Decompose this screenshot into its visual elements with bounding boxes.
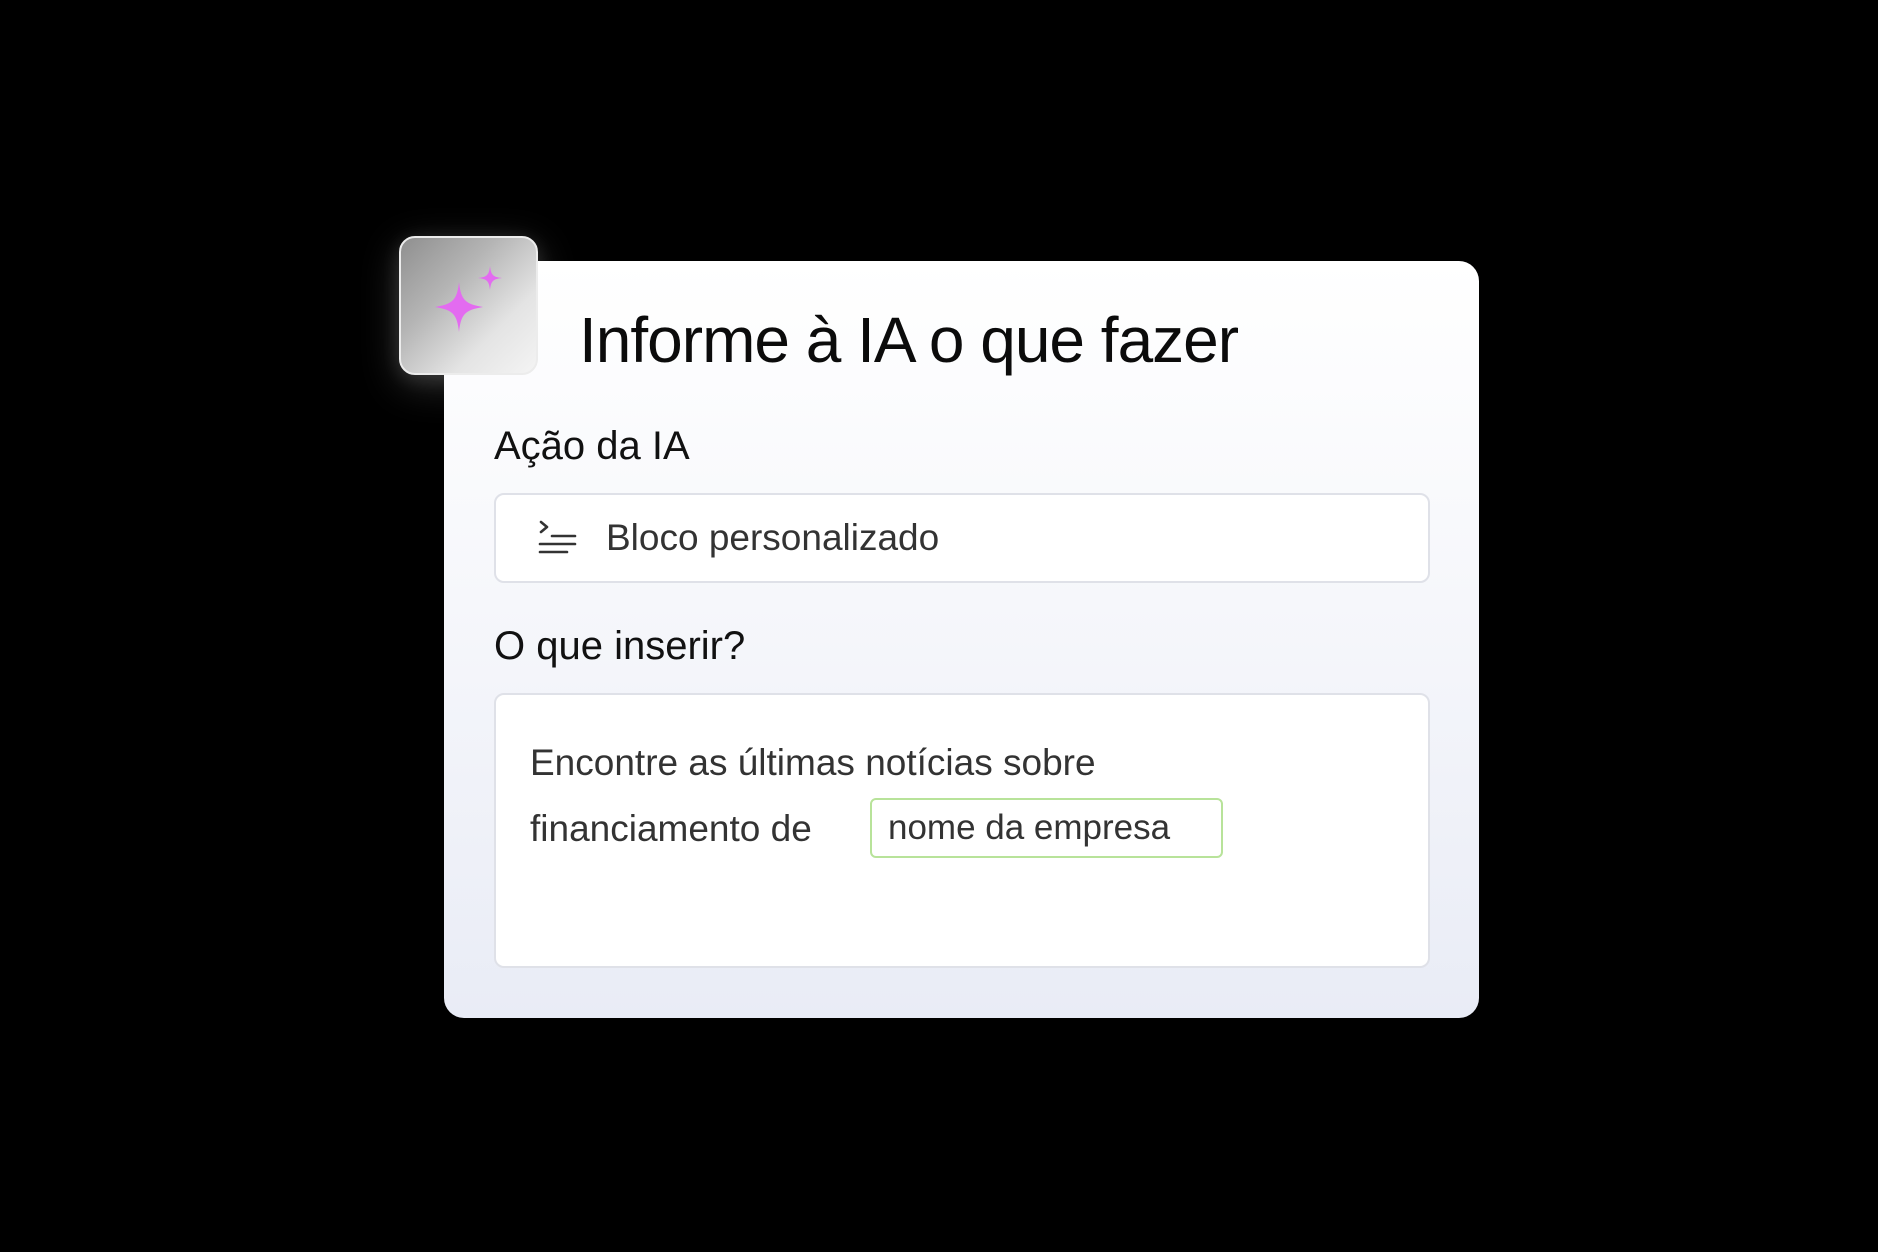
ai-badge [399, 236, 538, 375]
page-title: Informe à IA o que fazer [579, 304, 1239, 376]
variable-chip[interactable]: nome da empresa [870, 798, 1223, 858]
variable-chip-label: nome da empresa [888, 808, 1171, 847]
action-select-value: Bloco personalizado [606, 517, 940, 558]
action-label: Ação da IA [494, 424, 690, 468]
prompt-text-line-1: Encontre as últimas notícias sobre [530, 742, 1096, 783]
insert-label: O que inserir? [494, 624, 746, 668]
prompt-textarea[interactable]: Encontre as últimas notícias sobre finan… [494, 693, 1430, 968]
action-select[interactable]: Bloco personalizado [494, 493, 1430, 583]
prompt-text-line-2: financiamento de [530, 808, 812, 849]
prompt-list-icon [538, 520, 577, 554]
sparkles-icon [435, 266, 502, 332]
